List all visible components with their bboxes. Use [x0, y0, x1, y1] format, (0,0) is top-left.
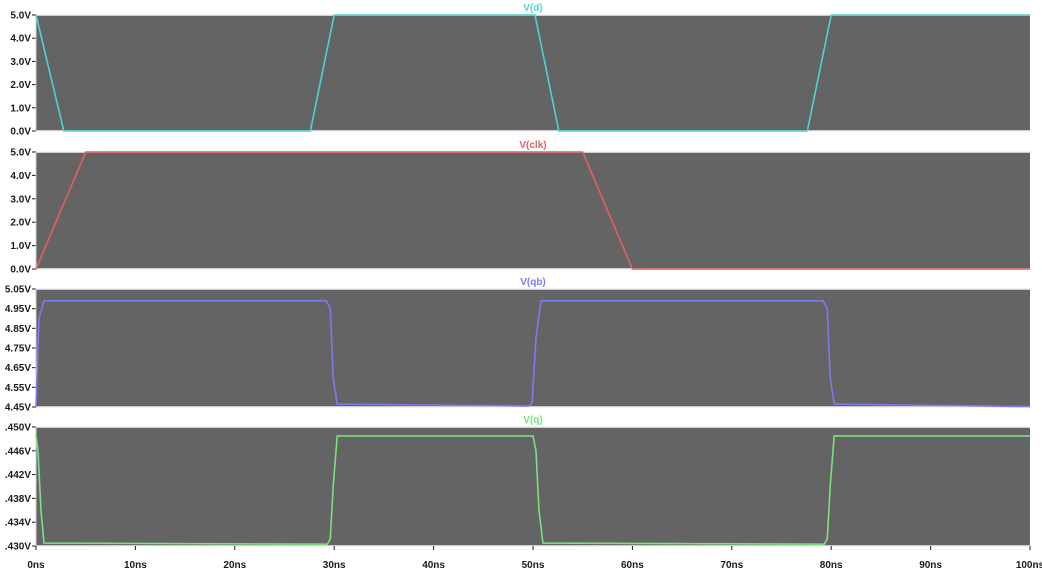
y-tick-label: 1.0V	[10, 241, 31, 252]
x-tick-label: 20ns	[223, 560, 246, 571]
y-tick-label: 4.75V	[5, 344, 31, 355]
y-tick-label: .430V	[5, 542, 31, 553]
y-tick-label: .438V	[5, 494, 31, 505]
y-tick-label: .446V	[5, 446, 31, 457]
y-tick-label: 4.0V	[10, 34, 31, 45]
waveform-panel-2: V(clk) 5.0V 4.0V 3.0V 2.0V 1.0V 0.0V	[10, 140, 1030, 276]
x-tick-label: 0ns	[27, 560, 45, 571]
x-tick-label: 30ns	[323, 560, 346, 571]
y-tick-label: 3.0V	[10, 194, 31, 205]
y-tick-label: 2.0V	[10, 218, 31, 229]
y-tick-label: .450V	[5, 423, 31, 434]
x-tick-label: 70ns	[720, 560, 743, 571]
y-tick-label: 4.0V	[10, 171, 31, 182]
plot-area	[36, 15, 1030, 131]
y-tick-label: .434V	[5, 518, 31, 529]
x-tick-label: 60ns	[621, 560, 644, 571]
y-tick-label: 4.45V	[5, 403, 31, 414]
x-tick-label: 40ns	[422, 560, 445, 571]
x-axis: 0ns 10ns 20ns 30ns 40ns 50ns 60ns 70ns 80ns 90ns 1…	[27, 546, 1042, 571]
x-tick-label: 90ns	[919, 560, 942, 571]
y-tick-label: 2.0V	[10, 80, 31, 91]
trace-title: V(d)	[523, 3, 542, 14]
x-tick-label: 50ns	[522, 560, 545, 571]
plot-area	[36, 427, 1030, 546]
y-tick-label: 4.95V	[5, 304, 31, 315]
x-tick-label: 100ns	[1016, 560, 1042, 571]
y-tick-label: 1.0V	[10, 103, 31, 114]
y-tick-label: 3.0V	[10, 57, 31, 68]
plot-area	[36, 152, 1030, 269]
trace-title: V(clk)	[519, 140, 546, 151]
waveform-panel-1: V(d) 5.0V 4.0V 3.0V 2.0V 1.0V 0.0V	[10, 3, 1030, 138]
y-tick-label: 5.0V	[10, 148, 31, 159]
waveform-panel-4: V(q) .450V .446V .442V .438V .434V .430V	[5, 415, 1030, 553]
y-tick-label: 4.65V	[5, 363, 31, 374]
y-tick-label: .442V	[5, 470, 31, 481]
x-tick-label: 80ns	[820, 560, 843, 571]
y-tick-label: 0.0V	[10, 265, 31, 276]
waveform-panel-3: V(qb) 5.05V 4.95V 4.85V 4.75V 4.65V 4.55V 4.45V	[5, 277, 1031, 414]
x-tick-label: 10ns	[124, 560, 147, 571]
y-tick-label: 4.85V	[5, 324, 31, 335]
trace-title: V(q)	[523, 415, 542, 426]
waveform-viewer: V(d) 5.0V 4.0V 3.0V 2.0V 1.0V 0.0V V(clk) 5.0V 4.…	[5, 3, 1042, 571]
y-tick-label: 5.05V	[5, 285, 31, 296]
y-tick-label: 5.0V	[10, 11, 31, 22]
trace-title: V(qb)	[520, 277, 546, 288]
y-tick-label: 4.55V	[5, 383, 31, 394]
y-tick-label: 0.0V	[10, 127, 31, 138]
